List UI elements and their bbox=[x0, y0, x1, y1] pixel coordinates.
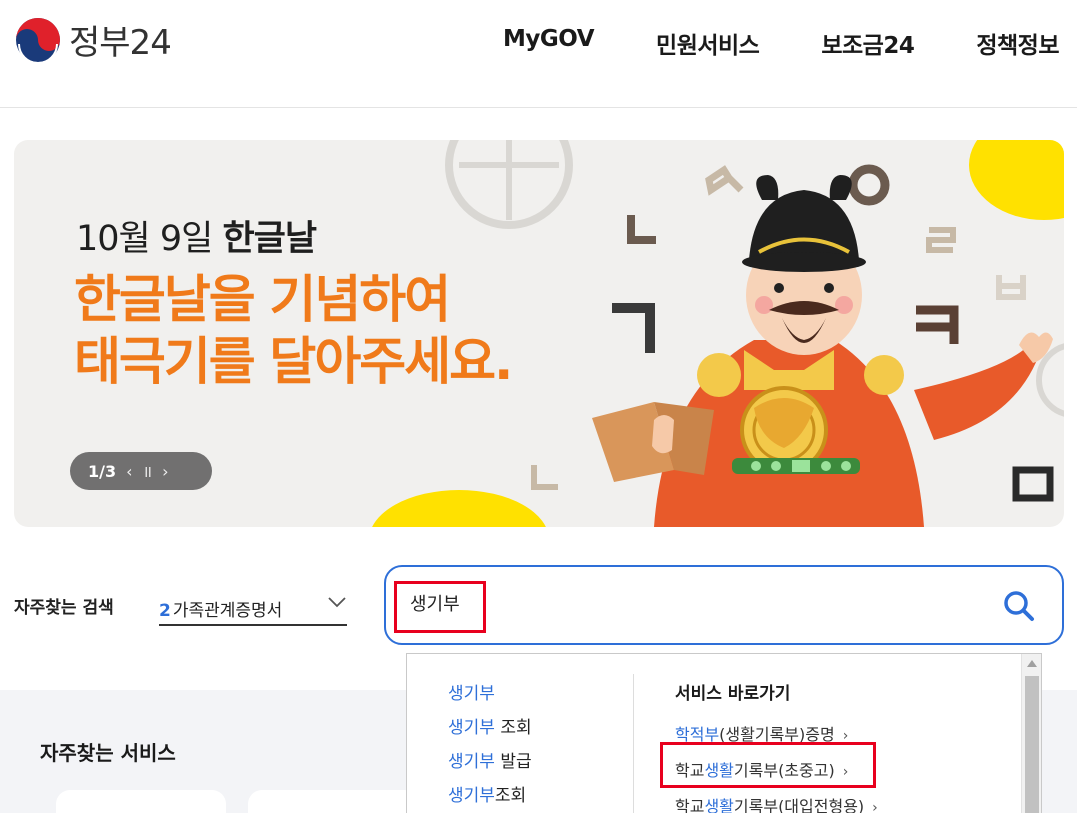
gov24-logo[interactable]: 정부24 bbox=[15, 15, 172, 64]
banner-page-indicator: 1/3 bbox=[88, 461, 117, 481]
chevron-right-icon[interactable]: › bbox=[162, 462, 168, 481]
dropdown-divider bbox=[633, 674, 634, 813]
taegeuk-icon bbox=[16, 17, 60, 63]
frequent-search-label: 자주찾는 검색 bbox=[14, 598, 114, 618]
scroll-up-icon[interactable] bbox=[1027, 660, 1037, 667]
frequent-search-rank: 2 bbox=[159, 601, 171, 621]
site-header: 정부24 MyGOV 민원서비스 보조금24 정책정보 bbox=[0, 0, 1077, 108]
banner-date: 10월 9일 한글날 bbox=[76, 210, 317, 261]
banner-pagination: 1/3 ‹ ॥ › bbox=[70, 452, 212, 490]
nav-subsidy24[interactable]: 보조금24 bbox=[821, 26, 915, 60]
suggestion-rest: 조회 bbox=[494, 786, 527, 806]
banner-date-bold: 한글날 bbox=[222, 219, 317, 259]
pause-icon[interactable]: ॥ bbox=[143, 460, 153, 482]
nav-mygov[interactable]: MyGOV bbox=[503, 26, 595, 60]
suggestion-match: 생기부 bbox=[448, 752, 495, 772]
search-icon[interactable] bbox=[1002, 589, 1036, 623]
frequent-search-select[interactable]: 2 가족관계증명서 bbox=[159, 590, 347, 626]
hangul-day-banner[interactable]: 10월 9일 한글날 한글날을 기념하여 태극기를 달아주세요. 1/3 ‹ ॥… bbox=[14, 140, 1064, 527]
chevron-down-icon[interactable] bbox=[327, 592, 347, 612]
service-match: 생활 bbox=[704, 797, 734, 813]
service-shortcut-title: 서비스 바로가기 bbox=[675, 684, 791, 704]
autocomplete-dropdown: 생기부 생기부 조회 생기부 발급 생기부조회 서비스 바로가기 학적부(생활기… bbox=[406, 653, 1042, 813]
frequent-search-value: 가족관계증명서 bbox=[172, 601, 283, 621]
search-box bbox=[384, 565, 1064, 645]
logo-text: 정부24 bbox=[69, 23, 172, 63]
banner-headline: 한글날을 기념하여 태극기를 달아주세요. bbox=[74, 270, 513, 394]
nav-policy-info[interactable]: 정책정보 bbox=[976, 26, 1059, 60]
suggestion-match: 생기부 bbox=[448, 718, 495, 738]
chevron-left-icon[interactable]: ‹ bbox=[126, 462, 132, 481]
suggestion-item[interactable]: 생기부 발급 bbox=[448, 747, 532, 781]
service-text: 학교 bbox=[675, 797, 705, 813]
scroll-thumb[interactable] bbox=[1025, 676, 1039, 813]
dropdown-scrollbar[interactable] bbox=[1021, 654, 1041, 813]
chevron-right-icon: › bbox=[872, 800, 878, 813]
suggestion-match: 생기부 bbox=[448, 786, 495, 806]
service-card[interactable] bbox=[56, 790, 226, 813]
nav-civil-service[interactable]: 민원서비스 bbox=[656, 26, 760, 60]
banner-headline-line2: 태극기를 달아주세요. bbox=[74, 333, 513, 392]
suggestion-rest: 조회 bbox=[494, 718, 532, 738]
suggestion-rest: 발급 bbox=[494, 752, 532, 772]
service-shortcut-item[interactable]: 학교생활기록부(대입전형용) › bbox=[675, 793, 878, 813]
service-card[interactable] bbox=[248, 790, 418, 813]
suggestion-list: 생기부 생기부 조회 생기부 발급 생기부조회 bbox=[448, 679, 532, 813]
suggestion-item[interactable]: 생기부 bbox=[448, 679, 532, 713]
frequent-services-title: 자주찾는 서비스 bbox=[40, 741, 176, 765]
service-item-highlight bbox=[660, 742, 876, 788]
service-text: 기록부(대입전형용) bbox=[733, 797, 865, 813]
banner-headline-line1: 한글날을 기념하여 bbox=[74, 271, 451, 330]
banner-date-text: 10월 9일 bbox=[76, 219, 223, 259]
suggestion-item[interactable]: 생기부 조회 bbox=[448, 713, 532, 747]
search-query-highlight bbox=[394, 581, 486, 633]
suggestion-item[interactable]: 생기부조회 bbox=[448, 781, 532, 813]
suggestion-match: 생기부 bbox=[448, 684, 495, 704]
main-nav: MyGOV 민원서비스 보조금24 정책정보 bbox=[441, 26, 1059, 60]
